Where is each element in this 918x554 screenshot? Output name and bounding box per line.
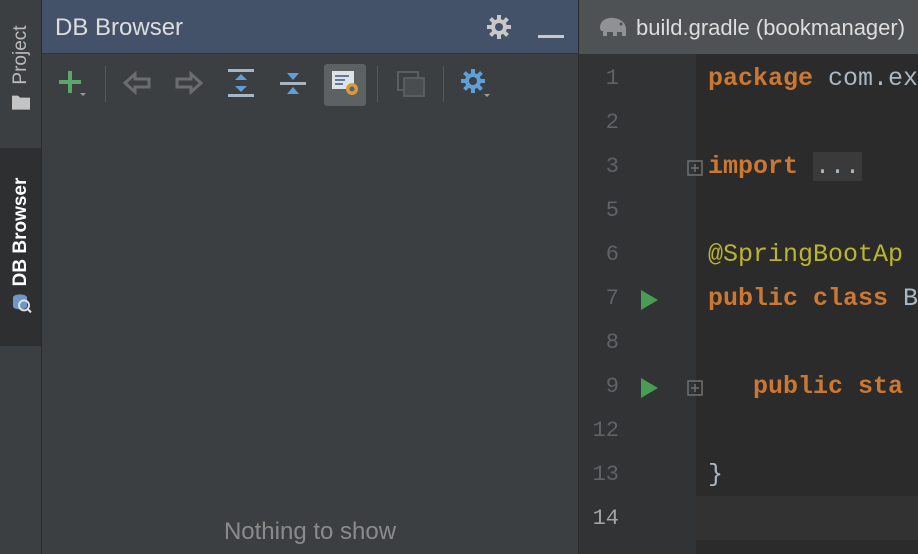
- code-editor: build.gradle (bookmanager) 1 package com.…: [579, 0, 918, 554]
- autoscroll-button[interactable]: [324, 64, 366, 106]
- code-text: public class B: [708, 284, 918, 313]
- panel-title: DB Browser: [55, 14, 184, 41]
- code-line[interactable]: 1 package com.ex: [579, 58, 918, 102]
- code-line[interactable]: 8: [579, 322, 918, 366]
- sessions-icon: [396, 69, 426, 102]
- code-text: public sta: [708, 372, 903, 401]
- code-text: @SpringBootAp: [708, 240, 903, 269]
- code-line[interactable]: 6 @SpringBootAp: [579, 234, 918, 278]
- code-line[interactable]: 7 public class B: [579, 278, 918, 322]
- editor-tab[interactable]: build.gradle (bookmanager): [579, 0, 918, 54]
- code-token: B: [903, 284, 918, 313]
- tool-window-stripe: Project DB Browser: [0, 0, 42, 554]
- code-token: import: [708, 152, 814, 181]
- code-line[interactable]: 12: [579, 410, 918, 454]
- code-line[interactable]: 13}: [579, 454, 918, 498]
- line-number: 5: [605, 198, 619, 223]
- line-number: 12: [592, 418, 619, 443]
- empty-state-text: Nothing to show: [223, 518, 397, 545]
- code-line[interactable]: 3 import ...: [579, 146, 918, 190]
- gear-icon[interactable]: [486, 14, 512, 45]
- db-browser-tool-label: DB Browser: [9, 177, 31, 287]
- forward-icon: [175, 70, 204, 100]
- panel-toolbar: [42, 54, 578, 116]
- code-token: public class: [708, 284, 904, 313]
- add-icon: [56, 68, 86, 103]
- code-text: import ...: [708, 152, 863, 181]
- toolbar-separator: [105, 66, 106, 102]
- line-number: 13: [592, 462, 619, 487]
- db-browser-tool-button[interactable]: DB Browser: [0, 148, 41, 346]
- line-number: 1: [605, 66, 619, 91]
- panel-header: DB Browser: [42, 0, 578, 54]
- line-number: 7: [605, 286, 619, 311]
- code-token: public sta: [708, 372, 904, 401]
- collapse-all-button[interactable]: [272, 64, 314, 106]
- line-number: 2: [605, 110, 619, 135]
- back-icon: [122, 70, 151, 100]
- sessions-button[interactable]: [390, 64, 432, 106]
- editor-tab-label: build.gradle (bookmanager): [636, 15, 906, 40]
- db-browser-icon: [10, 291, 32, 319]
- db-browser-panel: DB Browser Nothing to show: [42, 0, 578, 554]
- run-icon[interactable]: [638, 289, 660, 311]
- expand-all-icon: [227, 68, 255, 103]
- project-tool-label: Project: [9, 25, 31, 85]
- line-number: 8: [605, 330, 619, 355]
- settings-icon: [459, 67, 491, 104]
- toolbar-separator: [443, 66, 444, 102]
- add-connection-button[interactable]: [50, 64, 92, 106]
- folder-icon: [11, 93, 31, 117]
- settings-button[interactable]: [454, 64, 496, 106]
- back-button[interactable]: [116, 64, 158, 106]
- line-number: 3: [605, 154, 619, 179]
- gradle-elephant-icon: [597, 14, 629, 45]
- expand-all-button[interactable]: [220, 64, 262, 106]
- code-line[interactable]: 9 public sta: [579, 366, 918, 410]
- project-tool-button[interactable]: Project: [0, 0, 41, 140]
- code-token: ...: [813, 152, 863, 181]
- run-icon[interactable]: [638, 377, 660, 399]
- forward-button[interactable]: [168, 64, 210, 106]
- collapse-all-icon: [279, 68, 307, 103]
- code-line[interactable]: 14: [579, 498, 918, 542]
- toolbar-separator: [377, 66, 378, 102]
- editor-tab-bar: build.gradle (bookmanager): [579, 0, 918, 54]
- code-token: package: [708, 64, 829, 93]
- fold-expand-icon[interactable]: [687, 160, 703, 176]
- code-line[interactable]: 5: [579, 190, 918, 234]
- fold-expand-icon[interactable]: [687, 380, 703, 396]
- line-number: 14: [592, 506, 619, 531]
- code-line[interactable]: 2: [579, 102, 918, 146]
- code-text: }: [708, 460, 723, 489]
- code-token: @SpringBootAp: [708, 240, 904, 269]
- code-token: com.ex: [828, 64, 918, 93]
- line-number: 6: [605, 242, 619, 267]
- minimize-icon[interactable]: [538, 26, 564, 44]
- code-token: }: [708, 460, 724, 489]
- autoscroll-icon: [330, 68, 360, 103]
- line-number: 9: [605, 374, 619, 399]
- code-text: package com.ex: [708, 64, 918, 93]
